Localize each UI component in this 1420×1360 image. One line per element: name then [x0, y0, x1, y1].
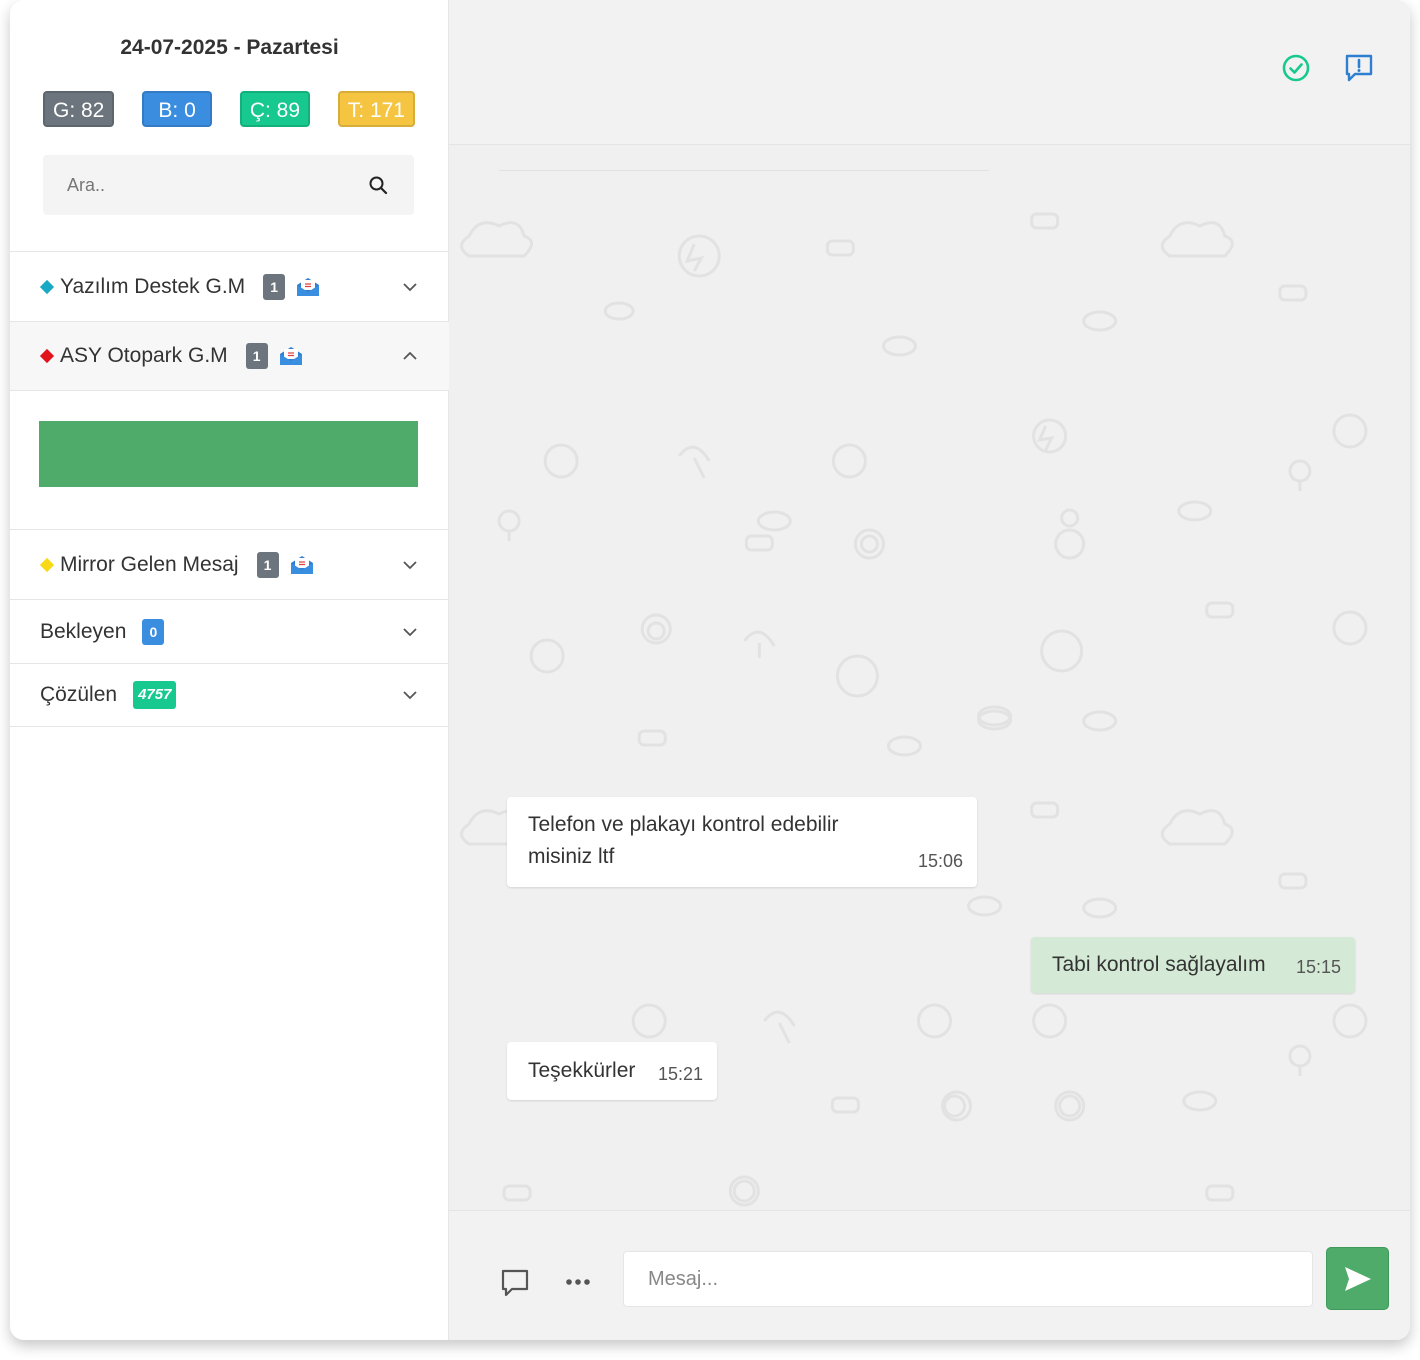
count-badge: 4757 [133, 681, 177, 709]
comment-icon[interactable] [499, 1266, 531, 1298]
mail-icon [297, 277, 320, 296]
group-name: ASY Otopark G.M [60, 344, 228, 367]
check-circle-icon[interactable] [1280, 52, 1312, 84]
unread-badge: 1 [256, 551, 279, 578]
group-bekleyen[interactable]: Bekleyen 0 [10, 599, 449, 663]
app-window: 24-07-2025 - Pazartesi G: 82 B: 0 Ç: 89 … [10, 0, 1410, 1340]
counter-g[interactable]: G: 82 [43, 91, 115, 127]
chevron-down-icon[interactable] [401, 556, 419, 574]
search-icon[interactable] [368, 175, 388, 195]
more-icon[interactable] [562, 1266, 594, 1298]
group-name: Bekleyen [40, 619, 127, 643]
counter-t[interactable]: T: 171 [337, 91, 415, 127]
send-icon [1345, 1267, 1371, 1291]
chat-panel: Telefon ve plakayı kontrol edebilir misi… [449, 0, 1410, 1340]
chevron-down-icon[interactable] [401, 278, 419, 296]
message-incoming: Telefon ve plakayı kontrol edebilir misi… [507, 797, 977, 887]
group-name: Yazılım Destek G.M [60, 274, 246, 298]
group-list: Yazılım Destek G.M 1 ASY Otopark G.M 1 M… [10, 251, 449, 727]
counter-b[interactable]: B: 0 [142, 91, 213, 127]
unread-badge: 1 [245, 343, 268, 369]
message-input[interactable] [624, 1252, 1312, 1306]
search-box [43, 155, 414, 215]
unread-badge: 1 [263, 273, 286, 300]
message-outgoing: Tabi kontrol sağlayalım 15:15 [1031, 937, 1355, 993]
composer [449, 1210, 1410, 1340]
message-time: 15:21 [657, 1064, 703, 1084]
chevron-up-icon[interactable] [401, 347, 419, 365]
chat-header [449, 0, 1410, 145]
message-text: Tabi kontrol sağlayalım [1052, 953, 1266, 976]
group-name: Çözülen [40, 683, 118, 706]
group-yazilim-destek[interactable]: Yazılım Destek G.M 1 [10, 251, 449, 321]
message-time: 15:06 [917, 851, 963, 871]
search-input[interactable] [43, 155, 363, 215]
group-name: Mirror Gelen Mesaj [60, 552, 239, 576]
group-mirror-gelen-mesaj[interactable]: Mirror Gelen Mesaj 1 [10, 529, 449, 599]
sidebar: 24-07-2025 - Pazartesi G: 82 B: 0 Ç: 89 … [10, 0, 449, 1340]
group-expanded-content [10, 391, 449, 529]
chevron-down-icon[interactable] [401, 623, 419, 641]
message-incoming: Teşekkürler 15:21 [507, 1042, 717, 1100]
group-asy-otopark[interactable]: ASY Otopark G.M 1 [10, 321, 449, 391]
counter-row: G: 82 B: 0 Ç: 89 T: 171 [43, 91, 415, 127]
date-heading: 24-07-2025 - Pazartesi [120, 36, 339, 59]
message-time: 15:15 [1295, 957, 1341, 977]
message-text: Telefon ve plakayı kontrol edebilir misi… [528, 813, 839, 868]
group-cozulen[interactable]: Çözülen 4757 [10, 663, 449, 727]
count-badge: 0 [142, 618, 165, 645]
message-field [623, 1251, 1313, 1307]
message-text: Teşekkürler [528, 1059, 636, 1082]
diamond-marker [39, 348, 55, 364]
counter-c[interactable]: Ç: 89 [239, 91, 311, 127]
conversation-item[interactable] [39, 421, 418, 487]
diamond-marker [39, 557, 55, 572]
mail-icon [279, 347, 302, 365]
mail-icon [290, 555, 313, 574]
send-button[interactable] [1326, 1247, 1389, 1310]
diamond-marker [39, 279, 55, 294]
chevron-down-icon[interactable] [401, 686, 419, 704]
divider [499, 170, 989, 171]
report-icon[interactable] [1343, 52, 1375, 84]
